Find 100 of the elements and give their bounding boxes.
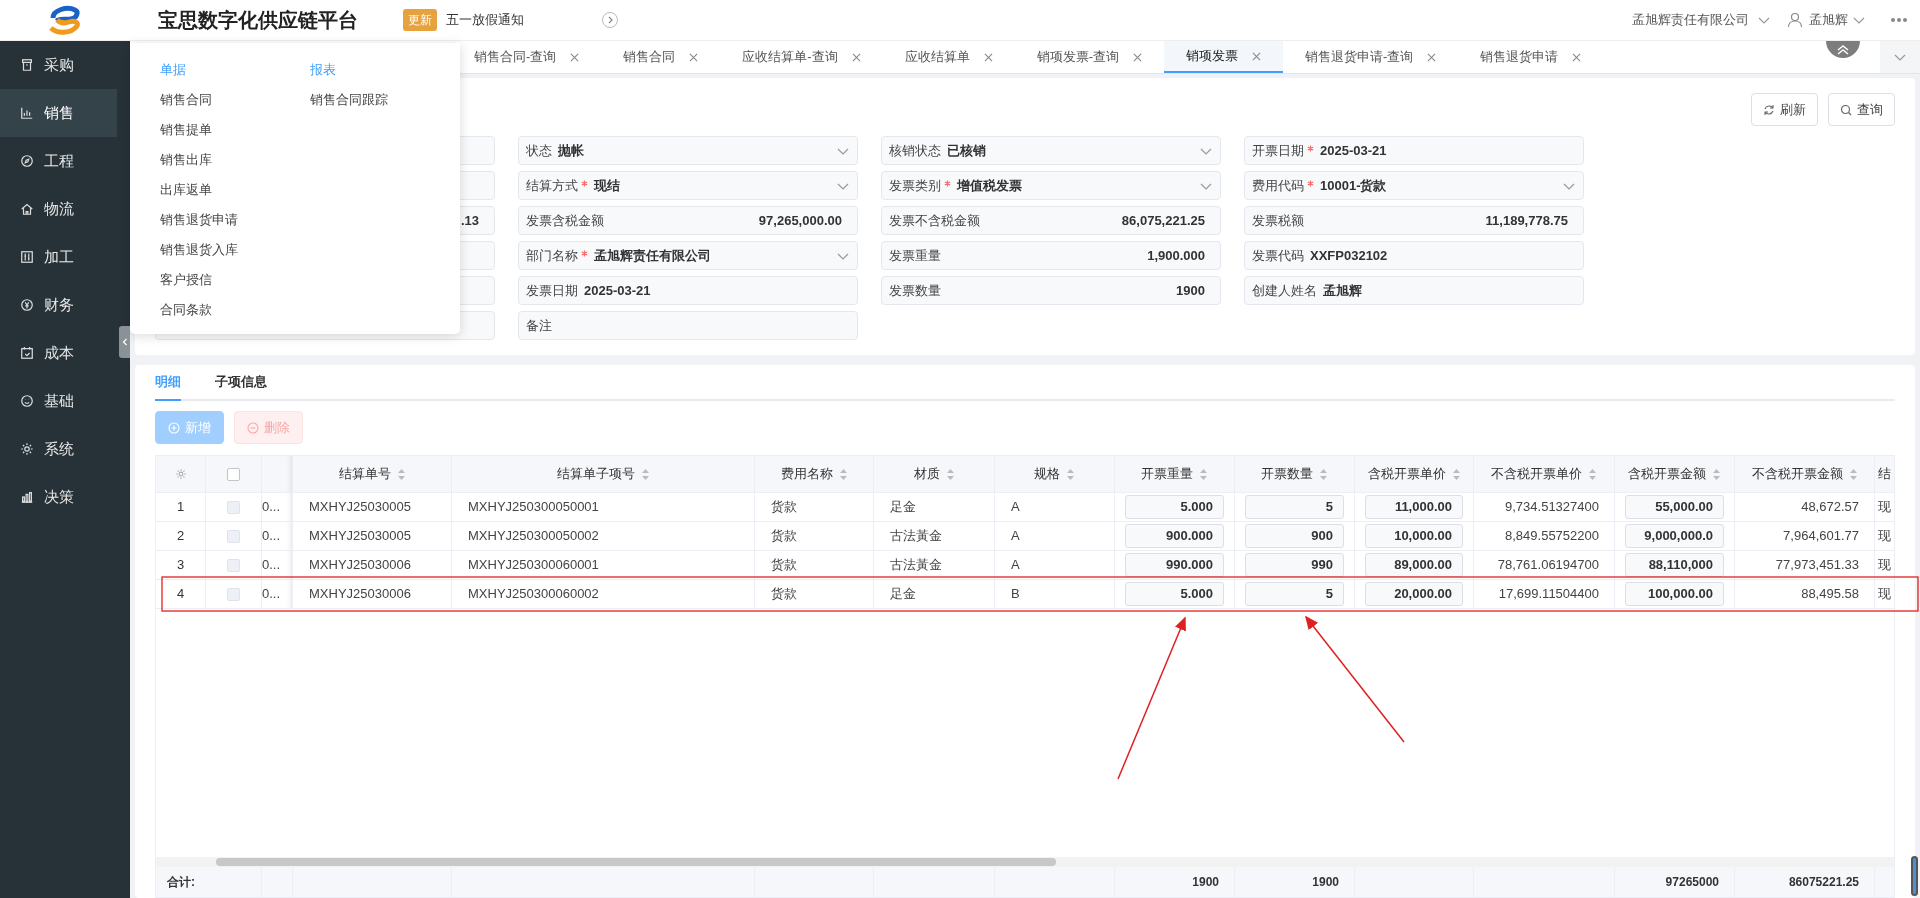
horizontal-scrollbar[interactable] — [156, 857, 1894, 867]
form-field[interactable]: 结算方式 现结 — [518, 171, 858, 200]
cell-input[interactable]: 5.000 — [1125, 582, 1224, 606]
sort-icon[interactable] — [838, 467, 848, 481]
column-header[interactable]: 结算单号 — [293, 456, 452, 492]
row-checkbox[interactable] — [227, 587, 240, 601]
sort-icon[interactable] — [396, 467, 406, 481]
row-checkbox[interactable] — [227, 500, 240, 514]
row-checkbox[interactable] — [227, 558, 240, 572]
form-field[interactable]: 核销状态 已核销 — [881, 136, 1221, 165]
cell-input[interactable]: 5 — [1245, 582, 1344, 606]
column-header[interactable]: 开票数量 — [1235, 456, 1355, 492]
cell-input[interactable]: 55,000.00 — [1625, 495, 1724, 519]
refresh-button[interactable]: 刷新 — [1751, 93, 1818, 126]
menu-item[interactable]: 销售出库 — [160, 150, 212, 180]
column-header[interactable]: 不含税开票单价 — [1474, 456, 1615, 492]
tab[interactable]: 销售退货申请-查询 — [1283, 41, 1459, 73]
sidebar-item[interactable]: 成本 — [0, 329, 117, 377]
tab[interactable]: 子项信息 — [215, 371, 267, 401]
close-icon[interactable] — [1427, 52, 1437, 62]
tab[interactable]: 销售合同-查询 — [452, 41, 602, 73]
sort-icon[interactable] — [1066, 467, 1075, 481]
form-field[interactable]: 发票重量 1,900.000 — [881, 241, 1221, 270]
form-field[interactable]: 发票含税金额 97,265,000.00 — [518, 206, 858, 235]
menu-item[interactable]: 销售提单 — [160, 120, 212, 150]
cell-input[interactable]: 5 — [1245, 495, 1344, 519]
sidebar-item[interactable]: 财务 — [0, 281, 117, 329]
form-field[interactable]: 发票数量 1900 — [881, 276, 1221, 305]
menu-item[interactable]: 合同条款 — [160, 300, 212, 330]
cell-input[interactable]: 9,000,000.0 — [1625, 524, 1724, 548]
close-icon[interactable] — [983, 52, 993, 62]
cell-input[interactable]: 10,000.00 — [1365, 524, 1463, 548]
tab[interactable]: 应收结算单-查询 — [720, 41, 883, 73]
form-field[interactable]: 部门名称 孟旭辉责任有限公司 — [518, 241, 858, 270]
form-field[interactable]: 创建人姓名 孟旭辉 — [1244, 276, 1584, 305]
cell-input[interactable]: 89,000.00 — [1365, 553, 1463, 577]
column-header[interactable]: 结算单子项号 — [452, 456, 755, 492]
menu-item[interactable]: 销售退货申请 — [160, 210, 238, 240]
form-field[interactable]: 费用代码 10001-货款 — [1244, 171, 1584, 200]
sidebar-item[interactable]: 工程 — [0, 137, 117, 185]
scroll-top-button[interactable] — [1826, 41, 1860, 58]
sort-icon[interactable] — [1199, 467, 1208, 481]
sidebar-item[interactable]: 物流 — [0, 185, 117, 233]
sort-icon[interactable] — [1712, 467, 1721, 481]
user-dropdown[interactable]: 孟旭辉 — [1809, 10, 1866, 30]
close-icon[interactable] — [1572, 52, 1582, 62]
menu-item[interactable]: 销售退货入库 — [160, 240, 238, 270]
sort-icon[interactable] — [1319, 467, 1328, 481]
sort-icon[interactable] — [945, 467, 955, 481]
column-header[interactable]: 规格 — [995, 456, 1115, 492]
form-field[interactable]: 发票代码 XXFP032102 — [1244, 241, 1584, 270]
cell-input[interactable]: 5.000 — [1125, 495, 1224, 519]
column-header[interactable]: 材质 — [874, 456, 995, 492]
tabs-dropdown-button[interactable] — [1880, 41, 1920, 73]
sidebar-item[interactable]: 决策 — [0, 473, 117, 521]
column-header[interactable]: 含税开票金额 — [1615, 456, 1735, 492]
menu-item[interactable]: 销售合同跟踪 — [310, 90, 388, 120]
close-icon[interactable] — [1133, 52, 1143, 62]
form-field[interactable]: 发票类别 增值税发票 — [881, 171, 1221, 200]
cell-input[interactable]: 100,000.00 — [1625, 582, 1724, 606]
close-icon[interactable] — [851, 52, 861, 62]
form-field[interactable]: 开票日期 2025-03-21 — [1244, 136, 1584, 165]
cell-input[interactable]: 88,110,000 — [1625, 553, 1724, 577]
form-field[interactable]: 发票税额 11,189,778.75 — [1244, 206, 1584, 235]
cell-input[interactable]: 990 — [1245, 553, 1344, 577]
search-button[interactable]: 查询 — [1828, 93, 1895, 126]
column-header[interactable]: 开票重量 — [1115, 456, 1235, 492]
collapse-sidebar-button[interactable] — [119, 326, 130, 358]
notice-link[interactable]: 五一放假通知 — [446, 10, 524, 30]
form-field[interactable]: 发票日期 2025-03-21 — [518, 276, 858, 305]
close-icon[interactable] — [570, 52, 580, 62]
sort-icon[interactable] — [1588, 467, 1597, 481]
sort-icon[interactable] — [1848, 467, 1858, 481]
vertical-scrollbar[interactable] — [1911, 856, 1918, 896]
select-all-checkbox[interactable] — [227, 467, 240, 481]
menu-item[interactable]: 客户授信 — [160, 270, 212, 300]
column-header[interactable]: 不含税开票金额 — [1735, 456, 1875, 492]
cell-input[interactable]: 900 — [1245, 524, 1344, 548]
tab[interactable]: 销售退货申请 — [1458, 41, 1604, 73]
column-header[interactable]: 含税开票单价 — [1355, 456, 1474, 492]
cell-input[interactable]: 900.000 — [1125, 524, 1224, 548]
form-field[interactable]: 状态 抛帐 — [518, 136, 858, 165]
column-header[interactable]: 结 — [1875, 456, 1894, 492]
company-dropdown[interactable]: 孟旭辉责任有限公司 — [1632, 10, 1771, 30]
sidebar-item[interactable]: 采购 — [0, 41, 117, 89]
sidebar-item[interactable]: 基础 — [0, 377, 117, 425]
column-header[interactable]: 费用名称 — [755, 456, 874, 492]
tab[interactable]: 应收结算单 — [882, 41, 1015, 73]
sort-icon[interactable] — [640, 467, 650, 481]
more-button[interactable] — [1890, 17, 1908, 23]
menu-item[interactable]: 出库返单 — [160, 180, 212, 210]
tab[interactable]: 销售合同 — [601, 41, 721, 73]
close-icon[interactable] — [1252, 51, 1262, 61]
cell-input[interactable]: 990.000 — [1125, 553, 1224, 577]
sort-icon[interactable] — [1451, 467, 1461, 481]
form-field[interactable]: 备注 — [518, 311, 858, 340]
form-field[interactable]: 发票不含税金额 86,075,221.25 — [881, 206, 1221, 235]
tab[interactable]: 销项发票-查询 — [1014, 41, 1165, 73]
cell-input[interactable]: 11,000.00 — [1365, 495, 1463, 519]
menu-item[interactable]: 销售合同 — [160, 90, 212, 120]
